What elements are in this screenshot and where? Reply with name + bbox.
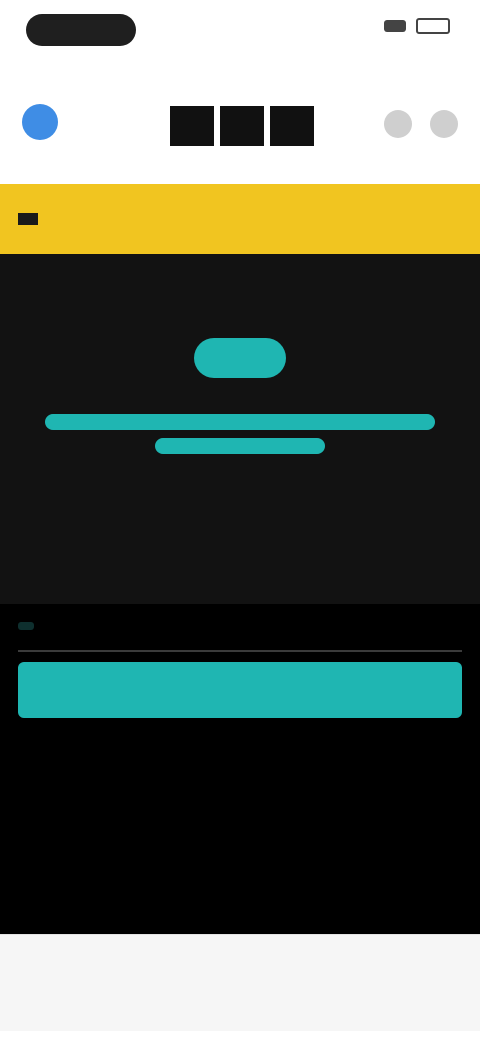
score-pill <box>194 338 286 378</box>
match-cta-bar-2[interactable] <box>155 438 325 454</box>
battery-icon <box>416 18 450 34</box>
status-bar <box>0 0 480 64</box>
article-tags <box>18 622 462 630</box>
match-score-section <box>0 254 480 604</box>
logo-letter-2 <box>220 106 264 146</box>
section-title <box>18 213 38 225</box>
camera-pill <box>26 14 136 46</box>
logo-letter-1 <box>170 106 214 146</box>
signal-icon <box>384 20 406 32</box>
match-cta-bar[interactable] <box>45 414 435 430</box>
sub-menu <box>0 254 480 298</box>
match-info <box>0 298 480 316</box>
top-navigation <box>0 64 480 184</box>
profile-icon[interactable] <box>22 104 58 140</box>
logo-letter-3 <box>270 106 314 146</box>
section-banner <box>0 184 480 254</box>
article-section <box>0 604 480 934</box>
nav-actions <box>384 110 458 138</box>
search-icon[interactable] <box>384 110 412 138</box>
article-divider <box>18 650 462 652</box>
read-more-button[interactable] <box>18 662 462 718</box>
menu-icon[interactable] <box>430 110 458 138</box>
score-row <box>0 338 480 378</box>
footer-area <box>0 934 480 1031</box>
site-logo[interactable] <box>170 106 314 146</box>
status-icons <box>384 18 450 34</box>
tag-primary[interactable] <box>18 622 34 630</box>
